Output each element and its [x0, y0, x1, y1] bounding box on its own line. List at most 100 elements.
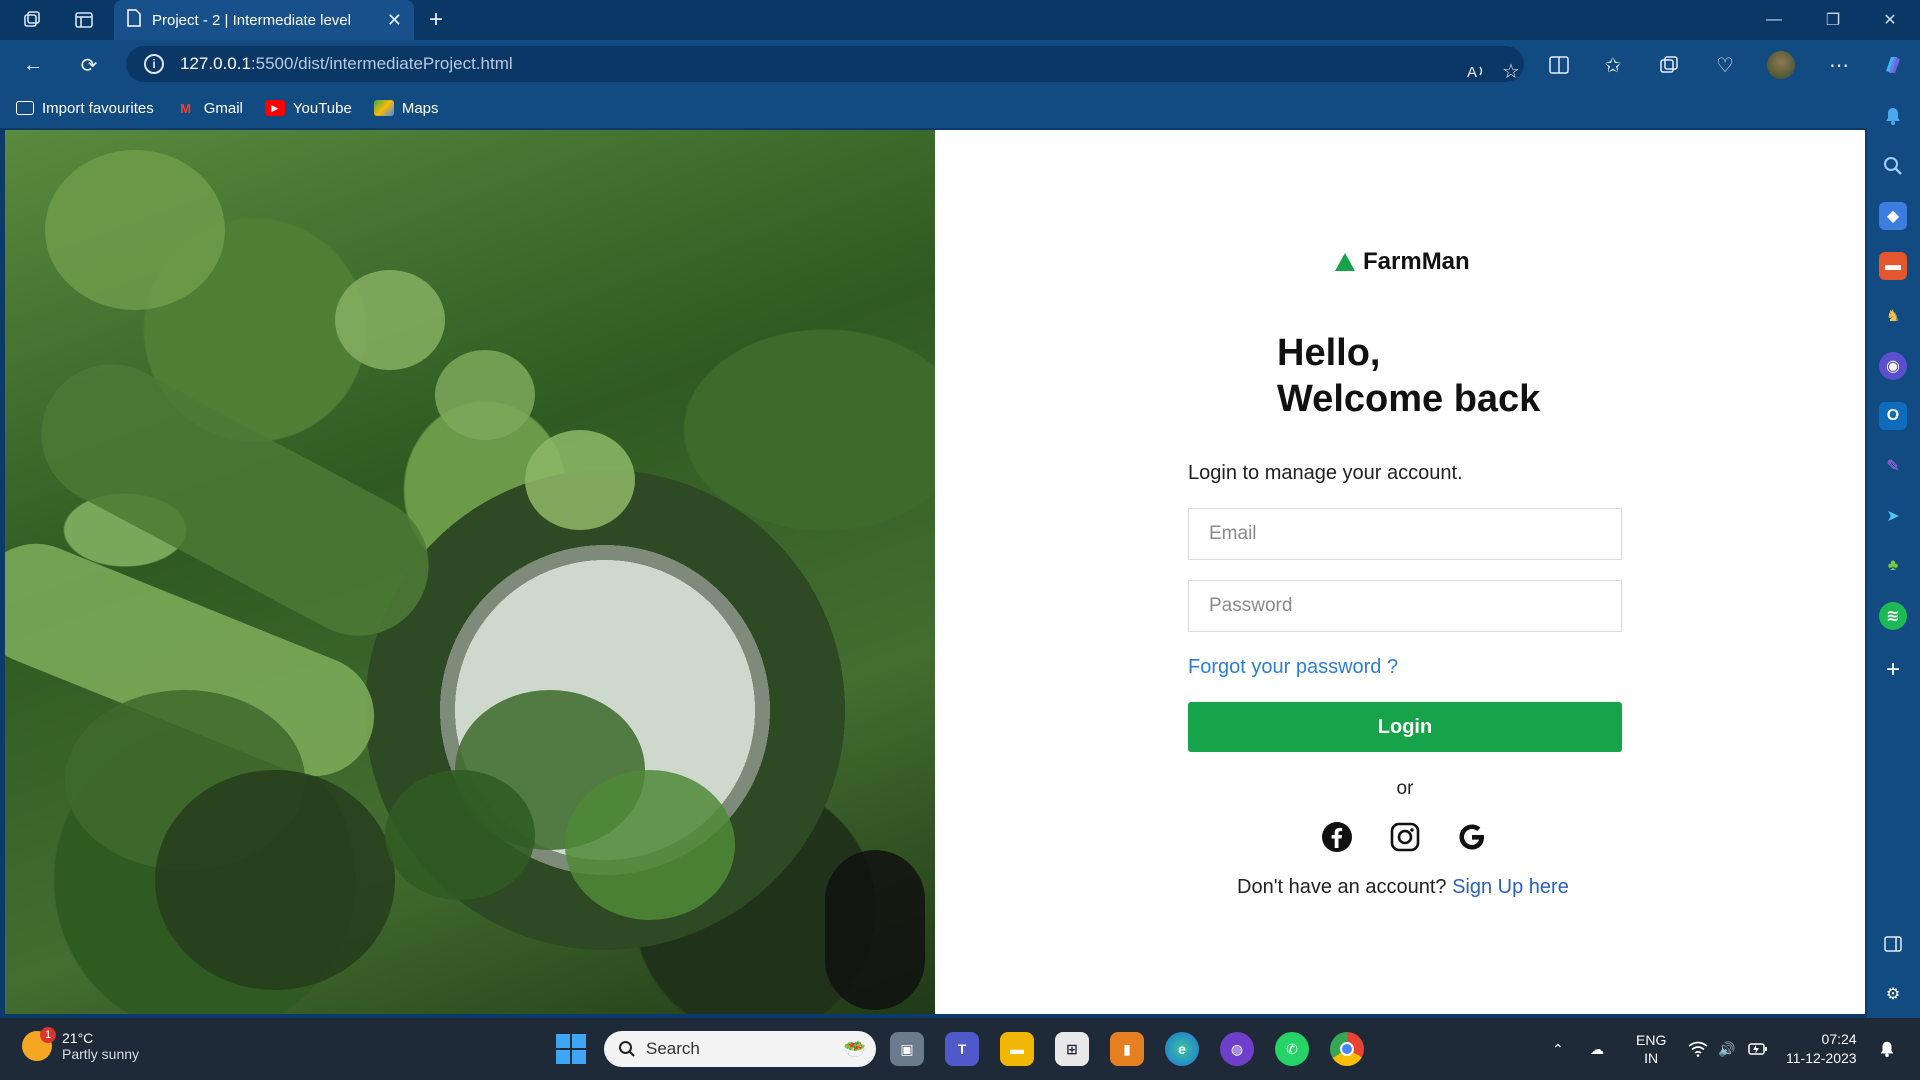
copilot-sidebar-icon[interactable]: ◉: [1879, 352, 1907, 380]
outlook-icon[interactable]: O: [1879, 402, 1907, 430]
close-tab-icon[interactable]: ✕: [387, 10, 402, 31]
active-tab[interactable]: Project - 2 | Intermediate level ✕: [114, 0, 414, 40]
tools-briefcase-icon[interactable]: ▬: [1879, 252, 1907, 280]
search-highlight-icon: 🥗: [843, 1038, 866, 1059]
battery-icon[interactable]: [1748, 1018, 1768, 1080]
password-field[interactable]: [1188, 580, 1622, 632]
new-tab-button[interactable]: +: [422, 6, 450, 34]
brand-logo[interactable]: FarmMan: [1335, 248, 1470, 276]
youtube-icon: ▶: [264, 100, 285, 116]
clock[interactable]: 07:24 11-12-2023: [1786, 1018, 1857, 1080]
partly-sunny-icon: 1: [22, 1027, 56, 1061]
bookmark-maps[interactable]: Maps: [373, 99, 439, 117]
notifications-bell-icon[interactable]: [1879, 102, 1907, 130]
clock-date: 11-12-2023: [1786, 1050, 1857, 1066]
bookmark-label: Gmail: [203, 99, 243, 117]
favorites-icon[interactable]: ✩: [1596, 48, 1630, 82]
or-divider: or: [1396, 778, 1414, 799]
collections-icon[interactable]: [1652, 48, 1686, 82]
browser-titlebar: Project - 2 | Intermediate level ✕ + — ❐…: [0, 0, 1920, 40]
wifi-icon[interactable]: [1688, 1018, 1708, 1080]
email-field[interactable]: [1188, 508, 1622, 560]
search-icon[interactable]: [1879, 152, 1907, 180]
address-bar[interactable]: i 127.0.0.1:5500/dist/intermediateProjec…: [126, 46, 1524, 83]
chrome-icon[interactable]: [1330, 1032, 1364, 1066]
instagram-icon[interactable]: [1388, 820, 1422, 854]
bookmark-label: Maps: [401, 99, 439, 117]
bookmark-import-favourites[interactable]: Import favourites: [16, 100, 154, 117]
hide-sidebar-icon[interactable]: [1879, 930, 1907, 958]
gmail-icon: M: [180, 100, 192, 116]
facebook-icon[interactable]: [1320, 820, 1354, 854]
signup-prompt-text: Don't have an account?: [1237, 876, 1447, 898]
refresh-icon[interactable]: ⟳: [72, 48, 106, 82]
login-subtitle: Login to manage your account.: [1188, 462, 1463, 484]
microsoft-store-icon[interactable]: ⊞: [1055, 1032, 1089, 1066]
windows-taskbar: 1 21°C Partly sunny Search 🥗 ▣ T ▬ ⊞ ▮ e…: [0, 1018, 1920, 1080]
task-view-icon[interactable]: ▣: [890, 1032, 924, 1066]
show-hidden-icons-chevron-icon[interactable]: ⌃: [1552, 1018, 1564, 1080]
shopping-tag-icon[interactable]: ◆: [1879, 202, 1907, 230]
language-top: ENG: [1636, 1032, 1667, 1048]
bookmark-label: Import favourites: [42, 99, 154, 117]
taskbar-search[interactable]: Search 🥗: [604, 1031, 876, 1067]
windows-start-icon[interactable]: [556, 1034, 586, 1064]
minimize-button[interactable]: —: [1746, 0, 1802, 40]
login-panel: FarmMan Hello, Welcome back Login to man…: [935, 130, 1865, 1014]
more-options-icon[interactable]: ⋯: [1822, 48, 1856, 82]
designer-icon[interactable]: ✎: [1879, 452, 1907, 480]
url-host: 127.0.0.1: [180, 54, 251, 73]
spotify-icon[interactable]: ≋: [1879, 602, 1907, 630]
maps-icon: [373, 100, 394, 116]
edge-sidebar: ◆ ▬ ♞ ◉ O ✎ ➤ ♣ ≋ + ⚙: [1867, 88, 1920, 1018]
file-explorer-icon[interactable]: ▬: [1000, 1032, 1034, 1066]
games-icon[interactable]: ♞: [1879, 302, 1907, 330]
login-button[interactable]: Login: [1188, 702, 1622, 752]
read-aloud-icon[interactable]: A: [1460, 54, 1494, 88]
page-icon: [126, 9, 142, 31]
close-window-button[interactable]: ✕: [1862, 0, 1918, 40]
restore-button[interactable]: ❐: [1805, 0, 1861, 40]
navigation-bar: ← ⟳ i 127.0.0.1:5500/dist/intermediatePr…: [0, 40, 1920, 88]
vegetables-hero-image: [5, 130, 935, 1014]
teams-icon[interactable]: T: [945, 1032, 979, 1066]
forgot-password-link[interactable]: Forgot your password ?: [1188, 656, 1398, 679]
onedrive-cloud-icon[interactable]: ☁: [1590, 1018, 1604, 1080]
office-icon[interactable]: ▮: [1110, 1032, 1144, 1066]
tab-actions-icon[interactable]: [64, 0, 104, 40]
favorite-star-icon[interactable]: ☆: [1494, 54, 1528, 88]
greeting-line-2: Welcome back: [1277, 378, 1541, 420]
welcome-heading: Hello, Welcome back: [1277, 330, 1540, 422]
svg-text:A: A: [1467, 64, 1477, 80]
language-bottom: IN: [1644, 1050, 1659, 1066]
bookmark-youtube[interactable]: ▶ YouTube: [264, 100, 352, 117]
edge-browser-icon[interactable]: e: [1165, 1032, 1199, 1066]
telegram-icon[interactable]: ➤: [1879, 502, 1907, 530]
profile-avatar[interactable]: [1764, 48, 1798, 82]
weather-widget[interactable]: 1 21°C Partly sunny: [22, 1027, 139, 1062]
google-icon[interactable]: [1455, 820, 1489, 854]
browser-essentials-icon[interactable]: ♡: [1708, 48, 1742, 82]
workspaces-icon[interactable]: [12, 0, 52, 40]
notification-center-icon[interactable]: [1878, 1018, 1896, 1080]
back-arrow-icon[interactable]: ←: [16, 48, 50, 82]
settings-gear-icon[interactable]: ⚙: [1879, 980, 1907, 1008]
tree-icon[interactable]: ♣: [1879, 552, 1907, 580]
clock-time: 07:24: [1821, 1031, 1857, 1047]
bookmark-gmail[interactable]: M Gmail: [176, 100, 243, 117]
greeting-line-1: Hello,: [1277, 332, 1381, 374]
add-sidebar-app-icon[interactable]: +: [1879, 656, 1907, 684]
bookmarks-bar: Import favourites M Gmail ▶ YouTube Maps: [0, 88, 1920, 128]
language-indicator[interactable]: ENG IN: [1636, 1018, 1666, 1080]
search-label: Search: [646, 1039, 700, 1058]
tab-title: Project - 2 | Intermediate level: [152, 11, 351, 29]
split-screen-icon[interactable]: [1542, 48, 1576, 82]
site-info-icon[interactable]: i: [144, 54, 164, 74]
copilot-icon[interactable]: [1876, 48, 1910, 82]
signup-link[interactable]: Sign Up here: [1452, 876, 1569, 898]
whatsapp-icon[interactable]: ✆: [1275, 1032, 1309, 1066]
search-icon: [619, 1041, 635, 1057]
brand-triangle-icon: [1335, 253, 1355, 271]
github-icon[interactable]: ◍: [1220, 1032, 1254, 1066]
volume-icon[interactable]: 🔊: [1718, 1018, 1735, 1080]
